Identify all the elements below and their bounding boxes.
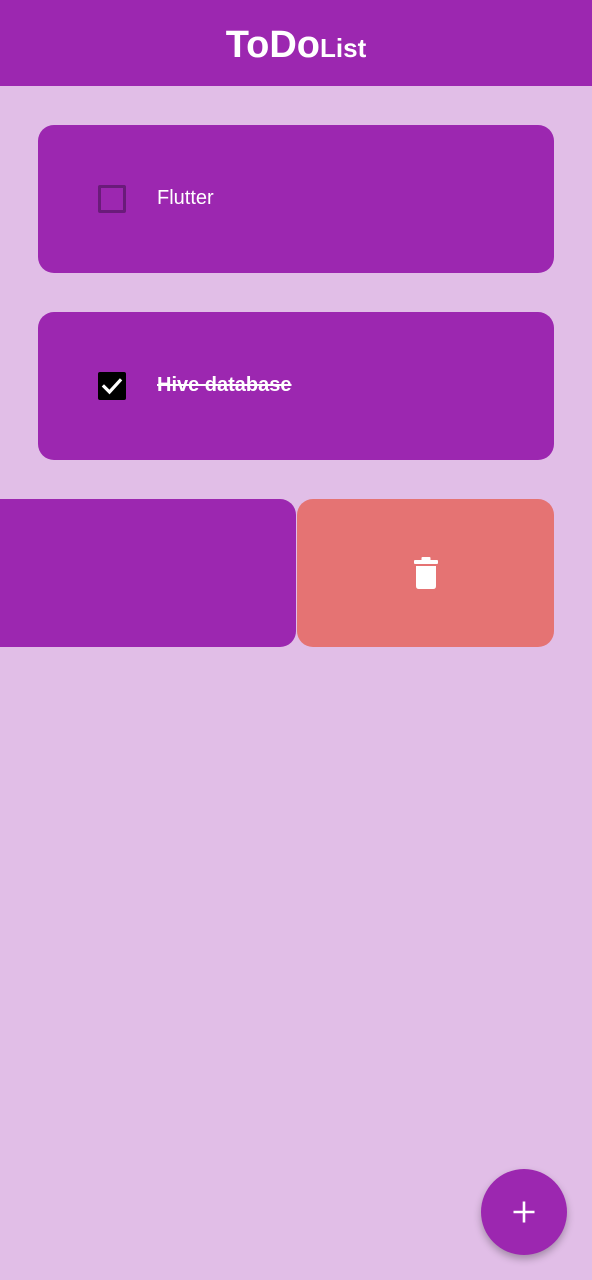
add-task-button[interactable]: [481, 1169, 567, 1255]
task-checkbox[interactable]: [98, 185, 126, 213]
delete-button[interactable]: [297, 499, 554, 647]
trash-icon: [413, 557, 438, 589]
app-bar: ToDoList: [0, 0, 592, 86]
checkmark-icon: [101, 378, 123, 395]
task-card[interactable]: Flutter: [38, 125, 554, 273]
plus-icon: [513, 1201, 535, 1223]
app-title-sub: List: [320, 33, 367, 63]
task-label: Flutter: [157, 187, 214, 209]
task-label: Hive database: [157, 374, 292, 396]
app-title: ToDoList: [226, 26, 367, 64]
app-title-main: ToDo: [225, 24, 321, 66]
swiped-task-card[interactable]: [0, 499, 296, 647]
task-card[interactable]: Hive database: [38, 312, 554, 460]
task-checkbox[interactable]: [98, 372, 126, 400]
